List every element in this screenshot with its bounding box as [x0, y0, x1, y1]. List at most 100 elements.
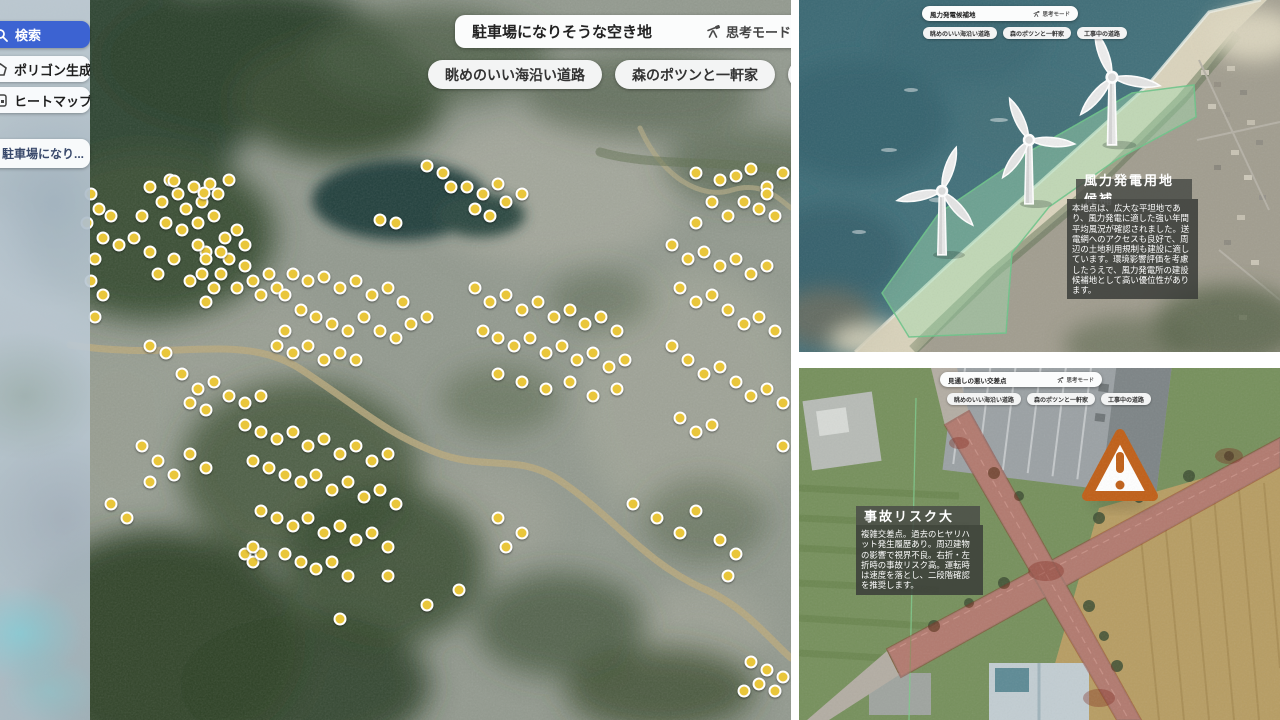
vacant-lot-marker[interactable] [516, 375, 529, 388]
vacant-lot-marker[interactable] [745, 163, 758, 176]
vacant-lot-marker[interactable] [255, 289, 268, 302]
vacant-lot-marker[interactable] [171, 188, 184, 201]
vacant-lot-marker[interactable] [239, 418, 252, 431]
vacant-lot-marker[interactable] [690, 166, 703, 179]
vacant-lot-marker[interactable] [373, 325, 386, 338]
vacant-lot-marker[interactable] [713, 361, 726, 374]
vacant-lot-marker[interactable] [84, 274, 97, 287]
vacant-lot-marker[interactable] [769, 210, 782, 223]
vacant-lot-marker[interactable] [705, 418, 718, 431]
thinking-mode-toggle[interactable]: 思考モード [706, 22, 791, 41]
vacant-lot-marker[interactable] [88, 253, 101, 266]
vacant-lot-marker[interactable] [753, 678, 766, 691]
vacant-lot-marker[interactable] [183, 447, 196, 460]
vacant-lot-marker[interactable] [539, 382, 552, 395]
chip-coastal-road[interactable]: 眺めのいい海沿い道路 [923, 27, 997, 39]
vacant-lot-marker[interactable] [531, 296, 544, 309]
vacant-lot-marker[interactable] [199, 296, 212, 309]
vacant-lot-marker[interactable] [713, 260, 726, 273]
vacant-lot-marker[interactable] [690, 296, 703, 309]
accident-risk-panel[interactable]: 見通しの悪い交差点 思考モード 眺めのいい海沿い道路 森のポツンと一軒家 工事中… [799, 368, 1280, 720]
vacant-lot-marker[interactable] [168, 253, 181, 266]
vacant-lot-marker[interactable] [318, 526, 331, 539]
vacant-lot-marker[interactable] [563, 303, 576, 316]
vacant-lot-marker[interactable] [211, 188, 224, 201]
vacant-lot-marker[interactable] [492, 177, 505, 190]
thinking-mode-toggle[interactable]: 思考モード [1057, 376, 1094, 384]
vacant-lot-marker[interactable] [761, 260, 774, 273]
vacant-lot-marker[interactable] [144, 476, 157, 489]
vacant-lot-marker[interactable] [705, 195, 718, 208]
vacant-lot-marker[interactable] [729, 548, 742, 561]
vacant-lot-marker[interactable] [618, 354, 631, 367]
vacant-lot-marker[interactable] [389, 332, 402, 345]
vacant-lot-marker[interactable] [247, 541, 260, 554]
vacant-lot-marker[interactable] [777, 166, 790, 179]
vacant-lot-marker[interactable] [136, 210, 149, 223]
vacant-lot-marker[interactable] [357, 310, 370, 323]
vacant-lot-marker[interactable] [721, 570, 734, 583]
vacant-lot-marker[interactable] [405, 318, 418, 331]
vacant-lot-marker[interactable] [112, 238, 125, 251]
vacant-lot-marker[interactable] [516, 303, 529, 316]
main-map-panel[interactable]: 検索 ポリゴン生成 ヒートマップ 駐車場になり... 駐車場になりそうな空き地 … [0, 0, 791, 720]
vacant-lot-marker[interactable] [160, 217, 173, 230]
vacant-lot-marker[interactable] [120, 512, 133, 525]
vacant-lot-marker[interactable] [302, 512, 315, 525]
vacant-lot-marker[interactable] [262, 267, 275, 280]
vacant-lot-marker[interactable] [690, 426, 703, 439]
vacant-lot-marker[interactable] [421, 159, 434, 172]
vacant-lot-marker[interactable] [342, 476, 355, 489]
vacant-lot-marker[interactable] [666, 238, 679, 251]
chip-construction-road[interactable]: 工事中の道路 [1101, 393, 1151, 405]
vacant-lot-marker[interactable] [84, 188, 97, 201]
vacant-lot-marker[interactable] [152, 454, 165, 467]
vacant-lot-marker[interactable] [737, 195, 750, 208]
vacant-lot-marker[interactable] [156, 195, 169, 208]
vacant-lot-marker[interactable] [595, 310, 608, 323]
vacant-lot-marker[interactable] [231, 282, 244, 295]
vacant-lot-marker[interactable] [199, 462, 212, 475]
sidebar-item-polygon[interactable]: ポリゴン生成 [0, 56, 90, 82]
vacant-lot-marker[interactable] [690, 217, 703, 230]
vacant-lot-marker[interactable] [215, 246, 228, 259]
vacant-lot-marker[interactable] [104, 210, 117, 223]
vacant-lot-marker[interactable] [349, 354, 362, 367]
vacant-lot-marker[interactable] [492, 368, 505, 381]
vacant-lot-marker[interactable] [468, 202, 481, 215]
vacant-lot-marker[interactable] [247, 454, 260, 467]
vacant-lot-marker[interactable] [96, 289, 109, 302]
vacant-lot-marker[interactable] [745, 656, 758, 669]
vacant-lot-marker[interactable] [737, 318, 750, 331]
vacant-lot-marker[interactable] [278, 289, 291, 302]
vacant-lot-marker[interactable] [231, 224, 244, 237]
vacant-lot-marker[interactable] [587, 346, 600, 359]
vacant-lot-marker[interactable] [729, 170, 742, 183]
vacant-lot-marker[interactable] [128, 231, 141, 244]
vacant-lot-marker[interactable] [326, 555, 339, 568]
wind-site-panel[interactable]: 風力発電候補地 思考モード 眺めのいい海沿い道路 森のポツンと一軒家 工事中の道… [799, 0, 1280, 352]
vacant-lot-marker[interactable] [81, 217, 94, 230]
vacant-lot-marker[interactable] [294, 555, 307, 568]
vacant-lot-marker[interactable] [191, 217, 204, 230]
vacant-lot-marker[interactable] [96, 231, 109, 244]
vacant-lot-marker[interactable] [373, 483, 386, 496]
vacant-lot-marker[interactable] [777, 440, 790, 453]
vacant-lot-marker[interactable] [682, 354, 695, 367]
vacant-lot-marker[interactable] [484, 296, 497, 309]
vacant-lot-marker[interactable] [302, 440, 315, 453]
vacant-lot-marker[interactable] [745, 267, 758, 280]
vacant-lot-marker[interactable] [721, 210, 734, 223]
vacant-lot-marker[interactable] [247, 274, 260, 287]
chip-lone-house[interactable]: 森のポツンと一軒家 [615, 60, 775, 89]
vacant-lot-marker[interactable] [239, 238, 252, 251]
vacant-lot-marker[interactable] [697, 368, 710, 381]
vacant-lot-marker[interactable] [144, 181, 157, 194]
vacant-lot-marker[interactable] [697, 246, 710, 259]
vacant-lot-marker[interactable] [286, 346, 299, 359]
chip-construction-road[interactable]: 工事中の道路 [788, 60, 791, 89]
vacant-lot-marker[interactable] [270, 433, 283, 446]
vacant-lot-marker[interactable] [302, 339, 315, 352]
map-search-bar[interactable]: 見通しの悪い交差点 思考モード [940, 372, 1102, 387]
vacant-lot-marker[interactable] [255, 426, 268, 439]
